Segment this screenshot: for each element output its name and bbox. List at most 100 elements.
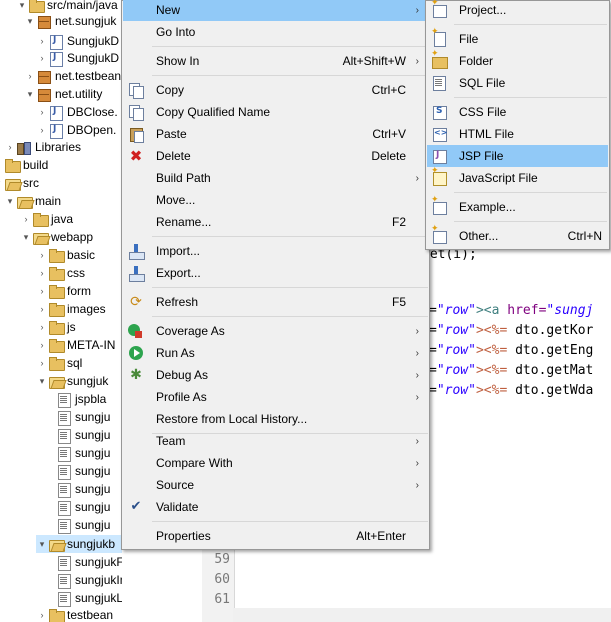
collapse-arrow-icon[interactable]: ▾ — [4, 192, 16, 210]
tree-item-jsp-file[interactable]: sungjukIns.jsp — [56, 571, 122, 589]
expand-arrow-icon[interactable]: › — [4, 138, 16, 156]
code-string: "sungj — [546, 303, 594, 318]
code-line[interactable]: ="row"><%= dto.getMat — [429, 363, 593, 378]
submenu-item-example[interactable]: Example... — [427, 195, 608, 218]
tree-item-java-file[interactable]: ›DBClose. — [36, 103, 118, 121]
menu-item-team[interactable]: Team › — [123, 430, 428, 452]
expand-arrow-icon[interactable]: › — [36, 606, 48, 622]
tree-item-jsp-file[interactable]: sungju — [56, 480, 110, 498]
jsp-file-icon — [56, 591, 72, 607]
expand-arrow-icon[interactable]: › — [36, 49, 48, 67]
tree-item-webapp[interactable]: ▾ webapp — [20, 228, 93, 246]
menu-item-validate[interactable]: ✔ Validate — [123, 496, 428, 518]
tree-item-testbean[interactable]: › testbean — [36, 606, 113, 622]
collapse-arrow-icon[interactable]: ▾ — [36, 535, 48, 553]
tree-item-form[interactable]: › form — [36, 282, 91, 300]
tree-item-meta-inf[interactable]: › META-IN — [36, 336, 115, 354]
menu-item-rename[interactable]: Rename... F2 — [123, 211, 428, 233]
tree-item-jsp-file[interactable]: sungjukList.jsp — [56, 589, 122, 607]
tree-item-net-utility[interactable]: ▾ net.utility — [24, 85, 102, 103]
tree-item-js[interactable]: › js — [36, 318, 76, 336]
expand-arrow-icon[interactable]: › — [36, 121, 48, 139]
expand-arrow-icon[interactable]: › — [36, 32, 48, 50]
menu-item-copy[interactable]: Copy Ctrl+C — [123, 79, 428, 101]
expand-arrow-icon[interactable]: › — [36, 282, 48, 300]
submenu-item-folder[interactable]: Folder — [427, 49, 608, 72]
submenu-item-html-file[interactable]: HTML File — [427, 123, 608, 145]
menu-item-export[interactable]: Export... — [123, 262, 428, 284]
tree-item-java-file[interactable]: ›SungjukD — [36, 49, 119, 67]
menu-item-refresh[interactable]: ⟳ Refresh F5 — [123, 291, 428, 313]
tree-item-sql[interactable]: › sql — [36, 354, 82, 372]
menu-item-run-as[interactable]: Run As › — [123, 342, 428, 364]
expand-arrow-icon[interactable]: › — [20, 210, 32, 228]
tree-item-jsp-file[interactable]: sungju — [56, 426, 110, 444]
menu-item-move[interactable]: Move... — [123, 189, 428, 211]
tree-item-main[interactable]: ▾ main — [4, 192, 61, 210]
menu-item-source[interactable]: Source › — [123, 474, 428, 496]
expand-arrow-icon[interactable]: › — [36, 264, 48, 282]
collapse-arrow-icon[interactable]: ▾ — [24, 85, 36, 103]
tree-item-images[interactable]: › images — [36, 300, 106, 318]
open-folder-icon — [16, 194, 33, 209]
menu-item-build-path[interactable]: Build Path › — [123, 167, 428, 189]
menu-item-profile-as[interactable]: Profile As › — [123, 386, 428, 408]
expand-arrow-icon[interactable]: › — [36, 246, 48, 264]
menu-item-copy-qualified-name[interactable]: Copy Qualified Name — [123, 101, 428, 123]
menu-item-import[interactable]: Import... — [123, 240, 428, 262]
menu-item-go-into[interactable]: Go Into — [123, 21, 428, 43]
jsp-file-icon — [431, 148, 447, 164]
expand-arrow-icon[interactable]: › — [24, 67, 36, 85]
menu-item-paste[interactable]: Paste Ctrl+V — [123, 123, 428, 145]
tree-item-jsp-file[interactable]: sungju — [56, 444, 110, 462]
code-line[interactable]: ="row"><%= dto.getWda — [429, 383, 593, 398]
submenu-item-other[interactable]: Other...Ctrl+N — [427, 224, 608, 247]
code-line[interactable]: ="row"><%= dto.getKor — [429, 323, 593, 338]
tree-item-sungjukbean-selected[interactable]: ▾ sungjukb — [36, 535, 122, 553]
collapse-arrow-icon[interactable]: ▾ — [36, 372, 48, 390]
code-line[interactable]: ="row"><a href="sungj — [429, 303, 593, 318]
tree-item-build[interactable]: ›build — [0, 156, 48, 174]
submenu-item-css-file[interactable]: CSS File — [427, 101, 608, 123]
tree-item-net-sungjuk[interactable]: ▾ net.sungjuk — [24, 12, 116, 30]
expand-arrow-icon[interactable]: › — [36, 354, 48, 372]
collapse-arrow-icon[interactable]: ▾ — [24, 12, 36, 30]
menu-item-compare-with[interactable]: Compare With › — [123, 452, 428, 474]
tree-item-libraries[interactable]: › Libraries — [4, 138, 81, 156]
submenu-item-javascript-file[interactable]: JavaScript File — [427, 166, 608, 189]
submenu-item-project[interactable]: Project... — [427, 0, 608, 21]
tree-item-css[interactable]: › css — [36, 264, 85, 282]
css-file-icon — [431, 104, 447, 120]
tree-item-src[interactable]: ▾src — [0, 174, 39, 192]
tree-item-java-file[interactable]: ›SungjukD — [36, 32, 119, 50]
horizontal-scrollbar[interactable] — [233, 608, 611, 622]
tree-item-jsp-file[interactable]: sungju — [56, 462, 110, 480]
collapse-arrow-icon[interactable]: ▾ — [20, 228, 32, 246]
expand-arrow-icon[interactable]: › — [36, 318, 48, 336]
menu-item-debug-as[interactable]: ✱ Debug As › — [123, 364, 428, 386]
menu-item-coverage-as[interactable]: Coverage As › — [123, 320, 428, 342]
menu-item-new[interactable]: New › — [123, 0, 428, 21]
tree-item-java-file[interactable]: ›DBOpen. — [36, 121, 116, 139]
submenu-item-jsp-file[interactable]: JSP File — [427, 145, 608, 167]
code-line[interactable]: ="row"><%= dto.getEng — [429, 343, 593, 358]
menu-item-restore-local-history[interactable]: Restore from Local History... — [123, 408, 428, 430]
submenu-item-sql-file[interactable]: SQL File — [427, 72, 608, 94]
menu-item-properties[interactable]: Properties Alt+Enter — [123, 525, 428, 547]
expand-arrow-icon[interactable]: › — [36, 336, 48, 354]
tree-item-jsp-file[interactable]: jspbla — [56, 390, 106, 408]
tree-item-jsp-file[interactable]: sungju — [56, 408, 110, 426]
tree-item-sungjuk[interactable]: ▾ sungjuk — [36, 372, 108, 390]
tree-item-java[interactable]: › java — [20, 210, 73, 228]
code-scriptlet: ><%= — [475, 343, 508, 358]
expand-arrow-icon[interactable]: › — [36, 103, 48, 121]
tree-item-net-testbean[interactable]: › net.testbean — [24, 67, 121, 85]
menu-item-delete[interactable]: ✖ Delete Delete — [123, 145, 428, 167]
tree-item-jsp-file[interactable]: sungju — [56, 498, 110, 516]
tree-item-jsp-file[interactable]: sungjukForm.jsp — [56, 553, 122, 571]
expand-arrow-icon[interactable]: › — [36, 300, 48, 318]
tree-item-basic[interactable]: › basic — [36, 246, 95, 264]
menu-item-show-in[interactable]: Show In Alt+Shift+W › — [123, 50, 428, 72]
submenu-item-file[interactable]: File — [427, 27, 608, 50]
tree-item-jsp-file[interactable]: sungju — [56, 516, 110, 534]
